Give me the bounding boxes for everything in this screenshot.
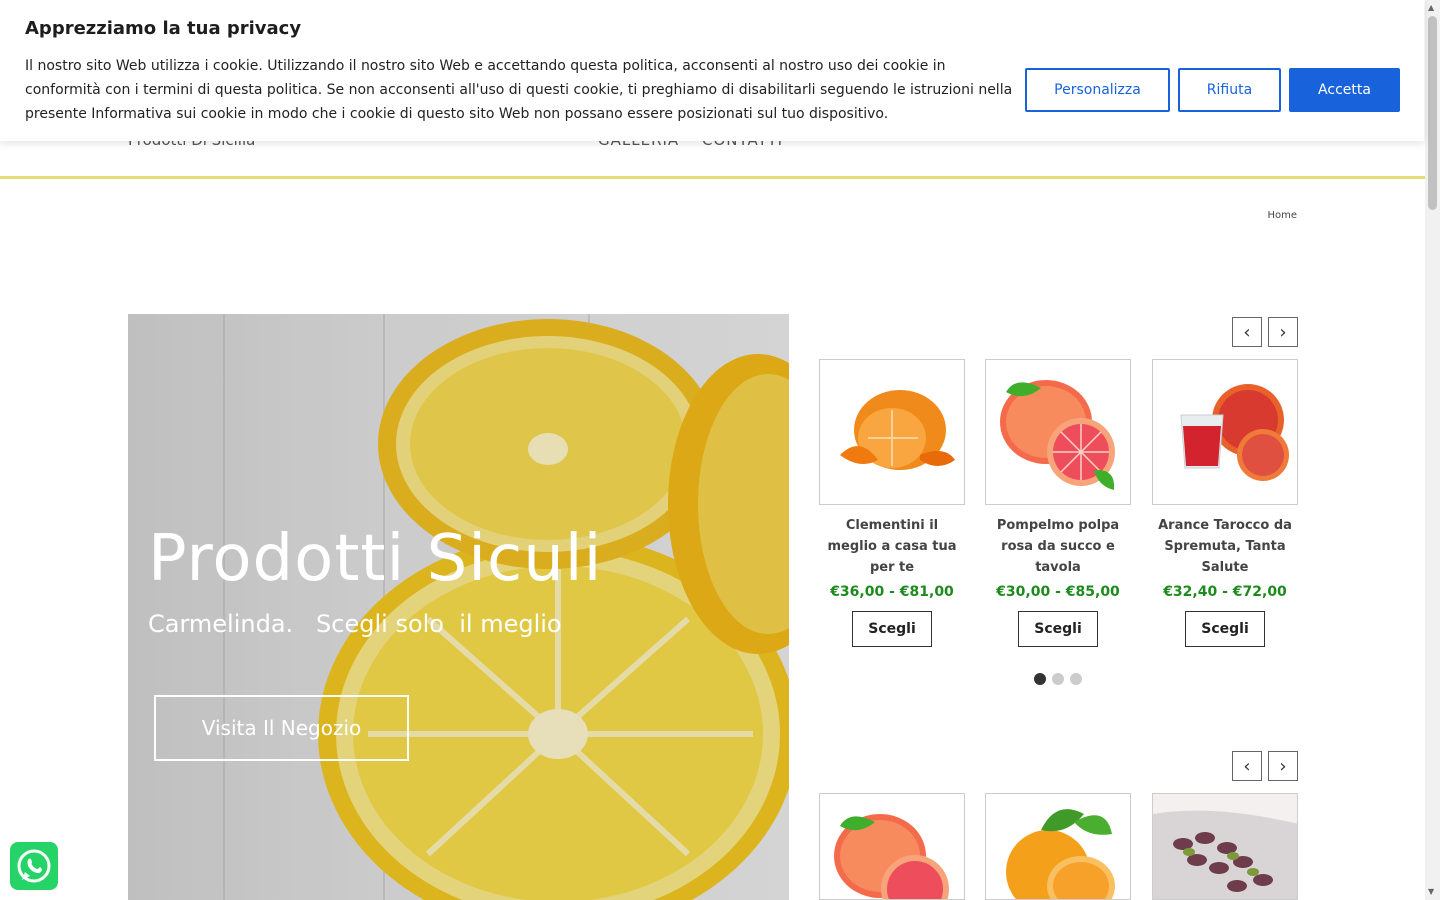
- product-image-blood-orange[interactable]: [1152, 359, 1298, 505]
- breadcrumb-home[interactable]: Home: [1267, 210, 1297, 221]
- product-price: €36,00 - €81,00: [830, 584, 954, 600]
- hero-subtitle: Carmelinda. Scegli solo il meglio: [148, 610, 562, 638]
- hero-overlay: [128, 314, 789, 900]
- carousel-prev-button[interactable]: ‹: [1232, 317, 1262, 347]
- orange-icon: [1006, 809, 1115, 899]
- grapefruit-icon: [1000, 380, 1115, 490]
- choose-button[interactable]: Scegli: [1185, 611, 1265, 647]
- pistachio-icon: [1153, 794, 1297, 899]
- carousel2-prev-button[interactable]: ‹: [1232, 751, 1262, 781]
- hero-banner: Prodotti Siculi Carmelinda. Scegli solo …: [128, 314, 789, 900]
- product-image-clementine[interactable]: [819, 359, 965, 505]
- scrollbar-thumb[interactable]: [1428, 16, 1437, 210]
- choose-button[interactable]: Scegli: [1018, 611, 1098, 647]
- cookie-text: Il nostro sito Web utilizza i cookie. Ut…: [25, 58, 1013, 122]
- accept-button[interactable]: Accetta: [1289, 68, 1400, 112]
- product-name[interactable]: Arance Tarocco da Spremuta, Tanta Salute: [1152, 515, 1298, 578]
- carousel2-next-button[interactable]: ›: [1268, 751, 1298, 781]
- product-name[interactable]: Pompelmo polpa rosa da succo e tavola: [985, 515, 1131, 578]
- product-price: €32,40 - €72,00: [1163, 584, 1287, 600]
- carousel-dot-2[interactable]: [1052, 673, 1064, 685]
- customize-button[interactable]: Personalizza: [1025, 68, 1170, 112]
- reject-button[interactable]: Rifiuta: [1178, 68, 1281, 112]
- product-price: €30,00 - €85,00: [996, 584, 1120, 600]
- carousel-next-button[interactable]: ›: [1268, 317, 1298, 347]
- grapefruit-icon: [834, 814, 949, 899]
- choose-button[interactable]: Scegli: [852, 611, 932, 647]
- chevron-right-icon: ›: [1279, 321, 1287, 343]
- cookie-title: Apprezziamo la tua privacy: [25, 18, 302, 39]
- clementine-icon: [840, 390, 955, 470]
- breadcrumb: Home: [1267, 210, 1297, 221]
- carousel-dot-1[interactable]: [1034, 673, 1046, 685]
- hero-title: Prodotti Siculi: [148, 522, 603, 596]
- chevron-left-icon: ‹: [1243, 755, 1251, 777]
- product-image-grapefruit[interactable]: [985, 359, 1131, 505]
- product-image-orange[interactable]: [985, 793, 1131, 900]
- carousel-dot-3[interactable]: [1070, 673, 1082, 685]
- chevron-left-icon: ‹: [1243, 321, 1251, 343]
- product-image-pistachio[interactable]: [1152, 793, 1298, 900]
- whatsapp-icon: [17, 849, 51, 883]
- blood-orange-juice-icon: [1180, 384, 1289, 481]
- cookie-banner: Apprezziamo la tua privacy Il nostro sit…: [0, 0, 1424, 141]
- page-scrollbar[interactable]: ▲ ▼: [1425, 0, 1440, 900]
- product-name[interactable]: Clementini il meglio a casa tua per te: [819, 515, 965, 578]
- scroll-up-icon[interactable]: ▲: [1428, 3, 1434, 12]
- product-image-grapefruit[interactable]: [819, 793, 965, 900]
- whatsapp-button[interactable]: [10, 842, 58, 890]
- chevron-right-icon: ›: [1279, 755, 1287, 777]
- visit-shop-button[interactable]: Visita Il Negozio: [154, 695, 409, 761]
- scroll-down-icon[interactable]: ▼: [1428, 887, 1434, 896]
